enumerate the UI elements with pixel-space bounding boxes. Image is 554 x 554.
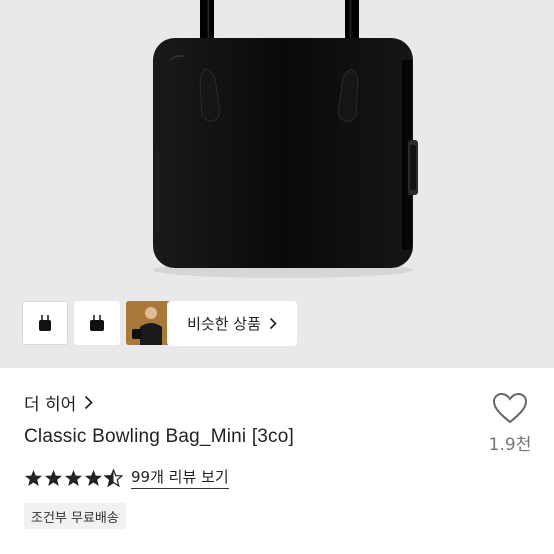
chevron-right-icon [269, 317, 277, 330]
bag-thumbnail-icon [90, 315, 104, 331]
model-photo-icon [126, 301, 172, 345]
like-count: 1.9천 [488, 435, 532, 455]
star-icon [24, 469, 43, 486]
star-icon [44, 469, 63, 486]
review-link[interactable]: 99개 리뷰 보기 [131, 466, 229, 489]
thumbnail-bag-front[interactable] [22, 301, 68, 345]
product-title: Classic Bowling Bag_Mini [3co] [24, 426, 295, 447]
similar-products-button[interactable]: 비슷한 상품 [167, 301, 297, 346]
rating-stars [24, 468, 123, 487]
chevron-right-icon [85, 395, 94, 410]
like-button[interactable]: 1.9천 [486, 392, 534, 455]
shipping-badge: 조건부 무료배송 [24, 503, 126, 529]
star-icon [64, 469, 83, 486]
product-info: 더 히어 Classic Bowling Bag_Mini [3co] 99개 … [0, 368, 554, 554]
shop-link[interactable]: 더 히어 [24, 390, 94, 415]
shop-name: 더 히어 [24, 395, 77, 415]
bag-thumbnail-icon [39, 315, 51, 331]
similar-products-label: 비슷한 상품 [187, 315, 261, 333]
thumbnail-model-photo[interactable] [126, 301, 172, 345]
heart-icon [492, 392, 528, 424]
thumbnail-bag-angle[interactable] [74, 301, 120, 345]
thumbnail-strip [22, 301, 172, 345]
rating-row: 99개 리뷰 보기 [24, 466, 229, 489]
star-half-icon [104, 468, 123, 487]
product-image-gallery[interactable]: 비슷한 상품 [0, 0, 554, 368]
star-icon [84, 469, 103, 486]
